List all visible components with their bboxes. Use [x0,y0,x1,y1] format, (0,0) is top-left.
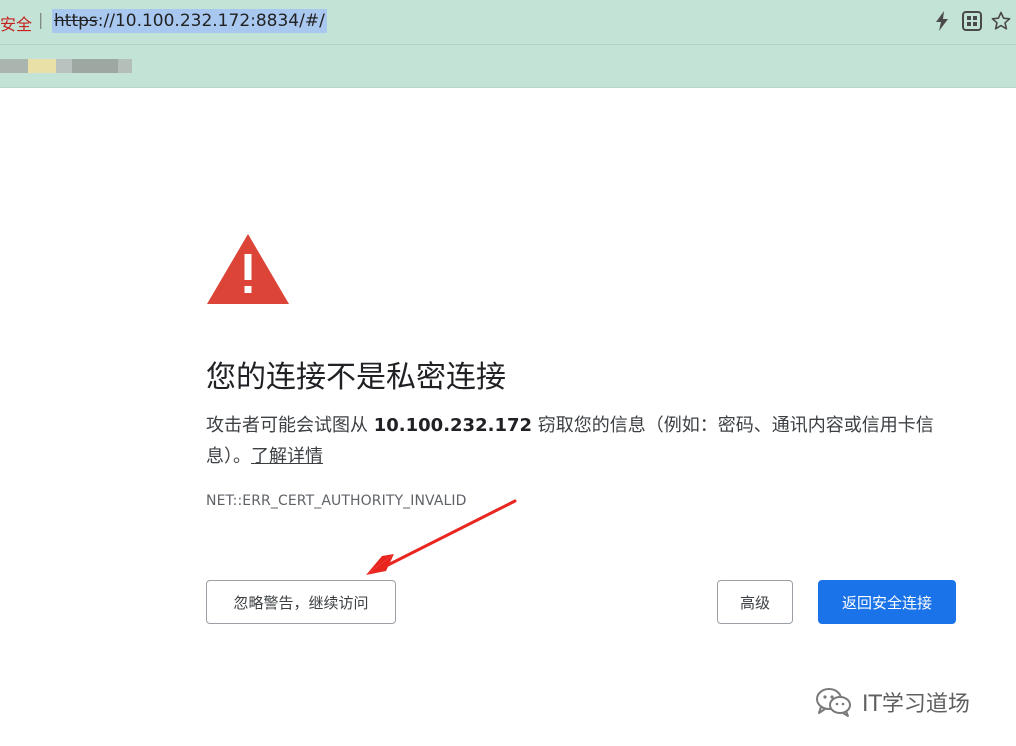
explanation-prefix: 攻击者可能会试图从 [206,415,374,436]
url-path: ://10.100.232.172:8834/#/ [97,11,325,31]
address-bar: 安全 | https://10.100.232.172:8834/#/ [0,0,1016,45]
address-separator: | [38,10,44,29]
star-icon[interactable] [990,10,1012,32]
lightning-icon[interactable] [931,10,953,32]
back-to-safety-button[interactable]: 返回安全连接 [818,580,956,624]
wechat-icon [816,688,851,717]
learn-more-link[interactable]: 了解详情 [251,446,323,467]
security-label[interactable]: 安全 [0,11,32,35]
watermark: IT学习道场 [814,686,970,718]
proceed-anyway-button[interactable]: 忽略警告，继续访问 [206,580,396,624]
blurred-bookmark [28,59,56,73]
page-title: 您的连接不是私密连接 [206,360,506,395]
blurred-bookmark [72,59,118,73]
watermark-text: IT学习道场 [862,692,970,717]
blurred-bookmark [118,59,132,73]
host-address: 10.100.232.172 [373,415,533,436]
url-scheme: https [54,11,98,31]
explanation-text: 攻击者可能会试图从 10.100.232.172 窃取您的信息（例如：密码、通讯… [206,410,946,472]
blurred-bookmark [0,59,28,73]
bookmarks-bar [0,45,1016,88]
annotation-arrow [366,499,517,575]
warning-triangle-icon [207,234,289,304]
qr-code-icon[interactable] [961,10,983,32]
url-field[interactable]: https://10.100.232.172:8834/#/ [52,9,327,33]
advanced-button[interactable]: 高级 [717,580,793,624]
blurred-bookmark [56,59,72,73]
